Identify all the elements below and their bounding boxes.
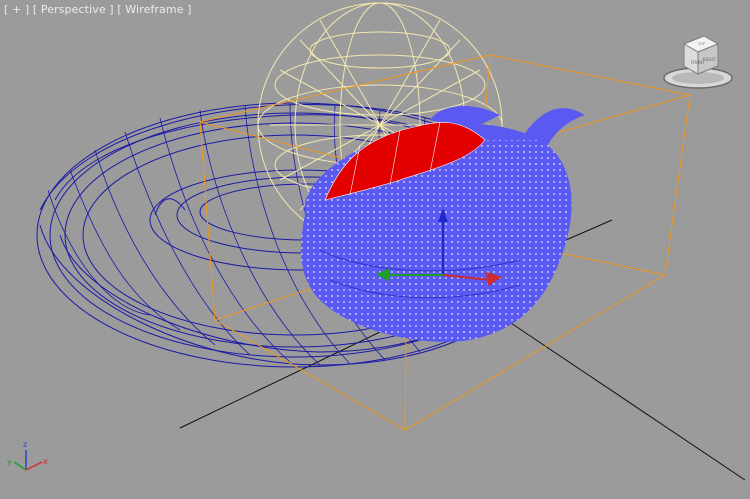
perspective-viewport[interactable]: [ + ] [ Perspective ] [ Wireframe ] FRON…	[0, 0, 750, 499]
viewcube-right-face: RIGHT	[703, 57, 716, 62]
viewcube-top-face: TOP	[697, 42, 705, 46]
scene-canvas[interactable]	[0, 0, 750, 499]
viewcube-icon[interactable]: FRONT RIGHT TOP	[660, 34, 736, 92]
